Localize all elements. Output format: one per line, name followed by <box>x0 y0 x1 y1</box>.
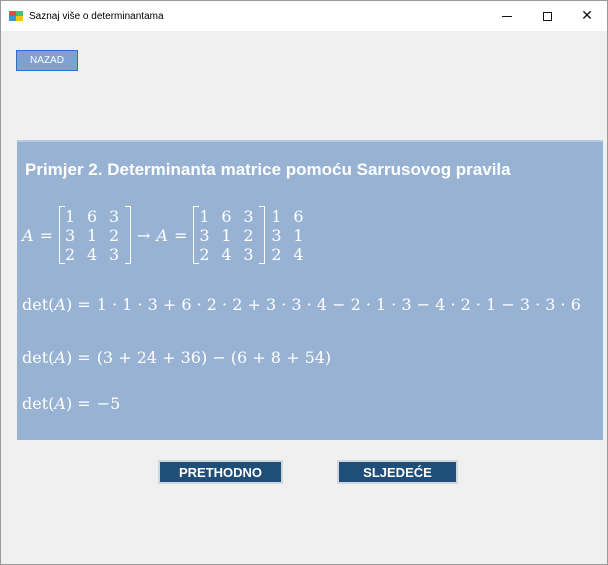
matrix-cell: 1 <box>293 225 304 245</box>
matrix-cell: 3 <box>108 206 120 226</box>
window-title: Saznaj više o determinantama <box>29 10 164 22</box>
close-icon: ✕ <box>581 8 593 24</box>
matrix-cell: 3 <box>108 244 120 264</box>
matrix-cell: 3 <box>271 225 282 245</box>
matrix-cell: 4 <box>293 244 304 264</box>
matrix-cell: 1 <box>221 225 232 245</box>
title-bar: Saznaj više o determinantama ✕ <box>1 1 607 31</box>
matrix-equation: A = 1 6 3 3 1 2 2 4 3 → A = 1 6 3 3 1 2 … <box>22 202 307 268</box>
matrix-cell: 3 <box>64 225 76 245</box>
next-button[interactable]: SLJEDEĆE <box>337 460 458 484</box>
matrix-cell: 2 <box>199 244 210 264</box>
minimize-button[interactable] <box>487 1 527 31</box>
window-controls: ✕ <box>487 1 607 31</box>
matrix-cell: 6 <box>86 206 98 226</box>
matrix-cell: 2 <box>108 225 120 245</box>
matrix-cell: 2 <box>64 244 76 264</box>
matrix-a-copy: 1 6 3 3 1 2 2 4 3 <box>199 207 259 264</box>
close-button[interactable]: ✕ <box>567 1 607 31</box>
det-prefix: det(A) = <box>22 295 91 314</box>
app-icon <box>9 9 23 23</box>
matrix-cell: 6 <box>293 206 304 226</box>
matrix-cell: 3 <box>243 244 254 264</box>
app-window: Saznaj više o determinantama ✕ NAZAD Pri… <box>0 0 608 565</box>
matrix-a: 1 6 3 3 1 2 2 4 3 <box>65 207 125 264</box>
equals-sign: = <box>173 225 188 245</box>
matrix-cell: 3 <box>243 206 254 226</box>
right-bracket <box>259 206 266 264</box>
det-prefix: det(A) = <box>22 394 91 413</box>
matrix-cell: 2 <box>243 225 254 245</box>
matrix-cell: 4 <box>221 244 232 264</box>
arrow-icon: → <box>136 225 151 245</box>
det-sum: (3 + 24 + 36) − (6 + 8 + 54) <box>96 348 332 367</box>
det-prefix: det(A) = <box>22 348 91 367</box>
matrix-label: A <box>156 225 168 245</box>
matrix-cell: 1 <box>64 206 76 226</box>
previous-button[interactable]: PRETHODNO <box>158 460 283 484</box>
matrix-cell: 4 <box>86 244 98 264</box>
det-sum-line: det(A) = (3 + 24 + 36) − (6 + 8 + 54) <box>22 348 331 367</box>
matrix-cell: 1 <box>199 206 210 226</box>
det-expansion: 1 · 1 · 3 + 6 · 2 · 2 + 3 · 3 · 4 − 2 · … <box>96 295 581 314</box>
det-expansion-line: det(A) = 1 · 1 · 3 + 6 · 2 · 2 + 3 · 3 ·… <box>22 295 581 314</box>
matrix-cell: 1 <box>86 225 98 245</box>
matrix-cell: 2 <box>271 244 282 264</box>
det-result-line: det(A) = −5 <box>22 394 120 413</box>
example-title: Primjer 2. Determinanta matrice pomoću S… <box>25 160 511 179</box>
sarrus-extra-columns: 1 6 3 1 2 4 <box>271 207 307 264</box>
det-result: −5 <box>96 394 121 413</box>
matrix-cell: 6 <box>221 206 232 226</box>
matrix-cell: 1 <box>271 206 282 226</box>
example-panel: Primjer 2. Determinanta matrice pomoću S… <box>17 140 603 440</box>
maximize-icon <box>542 11 552 21</box>
back-button[interactable]: NAZAD <box>16 50 78 71</box>
matrix-cell: 3 <box>199 225 210 245</box>
equals-sign: = <box>39 225 53 245</box>
right-bracket <box>124 206 131 264</box>
minimize-icon <box>502 15 512 17</box>
maximize-button[interactable] <box>527 1 567 31</box>
matrix-label: A <box>22 225 34 245</box>
